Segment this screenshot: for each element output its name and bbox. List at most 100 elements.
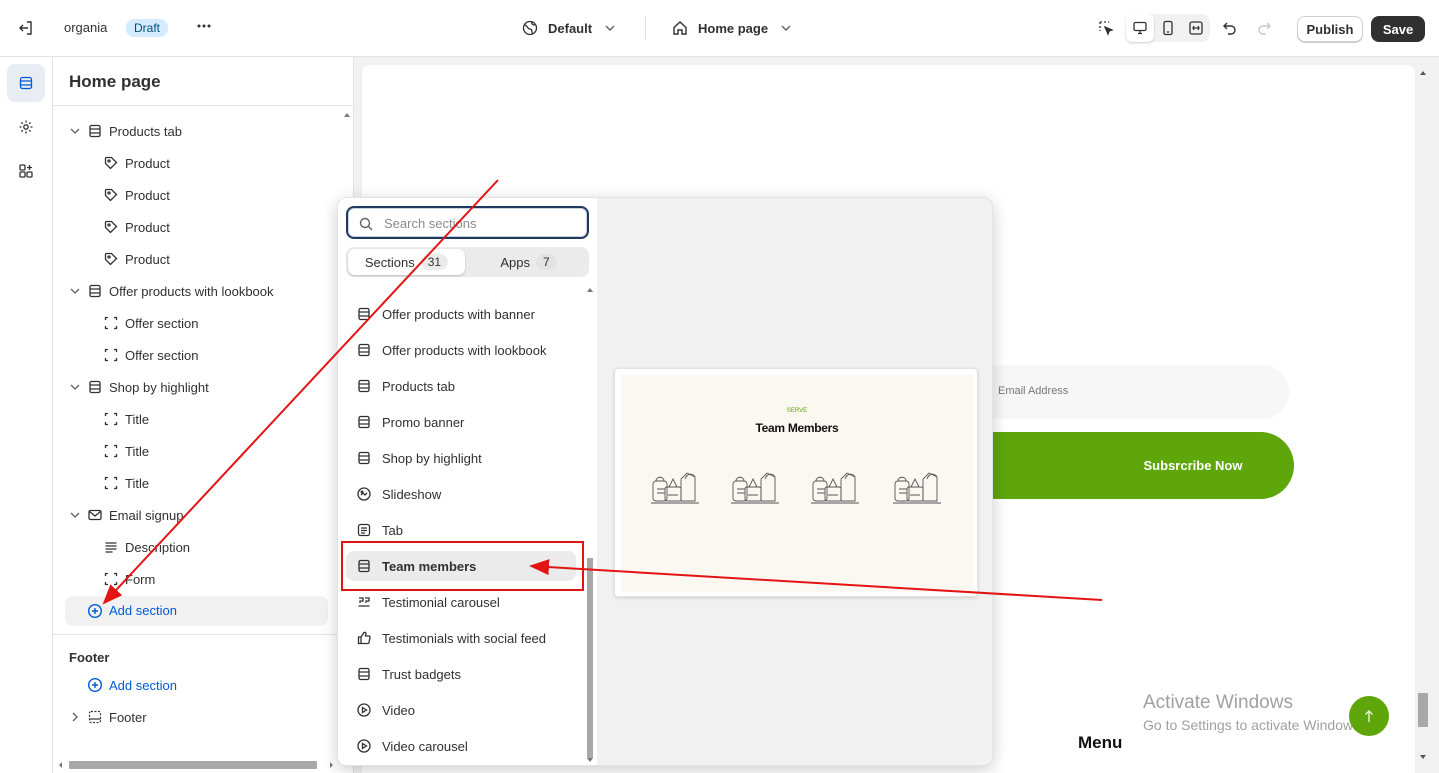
section-option[interactable]: Offer products with banner [346,299,576,329]
section-option[interactable]: Slideshow [346,479,576,509]
chevron-down-icon[interactable] [69,125,81,137]
team-member-illustration-icon [651,472,699,504]
section-list-scrollbar[interactable] [585,286,595,764]
sidebar-item-label: Form [125,571,156,587]
sidebar-horizontal-scrollbar[interactable] [57,759,337,771]
mobile-view-button[interactable] [1154,14,1182,42]
tab-sections[interactable]: Sections 31 [348,249,465,275]
tag-icon [103,219,119,235]
scroll-down-arrow-icon[interactable] [1419,753,1427,761]
sidebar-item-label: Description [125,539,191,555]
chevron-right-icon[interactable] [69,711,81,723]
undo-icon [1223,22,1236,35]
section-option[interactable]: Offer products with lookbook [346,335,576,365]
chevron-down-icon[interactable] [69,509,81,521]
tab-apps[interactable]: Apps 7 [470,249,587,275]
section-option[interactable]: Promo banner [346,407,576,437]
search-sections-field[interactable] [346,206,589,239]
chevron-down-icon[interactable] [69,285,81,297]
chevron-down-icon[interactable] [69,381,81,393]
sidebar-divider [53,634,353,635]
scrollbar-thumb[interactable] [1418,693,1428,727]
sidebar-title: Home page [69,72,161,91]
rail-apps-button[interactable] [7,152,45,190]
desktop-view-button[interactable] [1126,14,1154,42]
back-to-top-button[interactable] [1349,696,1389,736]
section-option-label: Products tab [382,378,455,394]
scroll-up-arrow-icon[interactable] [586,286,594,294]
inspect-cursor-icon [1099,21,1114,36]
email-icon [87,507,103,523]
sidebar-item-label: Offer section [125,347,199,363]
team-members-preview-card: SERVE Team Members [614,368,978,597]
scroll-right-arrow-icon[interactable] [327,761,335,769]
apps-icon [19,164,33,178]
inspector-button[interactable] [1092,14,1120,42]
picker-tabs: Sections 31 Apps 7 [346,247,589,277]
section-icon [87,123,103,139]
scroll-down-arrow-icon[interactable] [586,756,594,764]
tag-icon [103,155,119,171]
topbar-divider [645,16,646,40]
section-option-label: Testimonial carousel [382,594,500,610]
windows-watermark-title: Activate Windows [1143,692,1293,713]
sidebar-item-label: Product [125,251,170,267]
more-actions-button[interactable] [196,18,212,34]
thumbs-up-icon [356,630,372,646]
undo-button[interactable] [1216,14,1244,42]
sidebar-item-label: Product [125,187,170,203]
exit-button[interactable] [18,20,34,36]
section-option[interactable]: Shop by highlight [346,443,576,473]
fullscreen-view-button[interactable] [1182,14,1210,42]
publish-button[interactable]: Publish [1297,16,1363,42]
section-option-label: Promo banner [382,414,465,430]
footer-menu-heading: Menu [1078,733,1123,752]
team-member-illustration-icon [731,472,779,504]
section-option[interactable]: Testimonials with social feed [346,623,576,653]
section-option-label: Video carousel [382,738,468,754]
section-option[interactable]: Video carousel [346,731,576,761]
search-sections-input[interactable] [384,214,579,232]
tag-icon [103,251,119,267]
section-option[interactable]: Testimonial carousel [346,587,576,617]
scrollbar-thumb[interactable] [69,761,317,769]
section-option[interactable]: Products tab [346,371,576,401]
sidebar-item-label: Product [125,155,170,171]
section-icon [356,450,372,466]
save-button[interactable]: Save [1371,16,1425,42]
redo-icon [1258,22,1271,35]
scroll-up-arrow-icon[interactable] [1419,69,1427,77]
block-icon [103,443,119,459]
section-picker: Sections 31 Apps 7 Offer products with b… [338,198,597,765]
footer-add-section-label: Add section [109,677,177,693]
scroll-up-arrow-icon[interactable] [343,109,351,121]
section-option[interactable]: Trust badgets [346,659,576,689]
section-icon [87,283,103,299]
tab-sections-count: 31 [420,254,449,270]
section-option[interactable]: Video [346,695,576,725]
preview-scrollbar[interactable] [1415,65,1431,773]
rail-sections-button[interactable] [7,64,45,102]
add-section-button[interactable]: Add section [65,596,328,626]
quote-icon [356,594,372,610]
redo-button[interactable] [1250,14,1278,42]
block-icon [103,347,119,363]
windows-watermark-subtitle: Go to Settings to activate Windows. [1143,717,1364,733]
theme-selector[interactable]: Default [522,20,618,36]
subscribe-button[interactable]: Subsrcribe Now [962,432,1294,499]
email-placeholder: Email Address [998,385,1069,397]
viewport-toggle-group [1126,14,1210,42]
team-member-illustration-icon [811,472,859,504]
team-members-preview: SERVE Team Members [621,375,973,592]
home-icon [673,21,687,35]
preview-title: Team Members [755,421,839,435]
page-selector[interactable]: Home page [672,20,794,36]
scrollbar-thumb[interactable] [587,558,593,758]
plus-circle-icon [87,603,103,619]
scroll-left-arrow-icon[interactable] [57,761,65,769]
sidebar-item-label: Offer products with lookbook [109,283,274,299]
tab-apps-count: 7 [535,254,557,270]
store-name: organia [64,20,108,35]
rail-settings-button[interactable] [7,108,45,146]
block-icon [103,475,119,491]
